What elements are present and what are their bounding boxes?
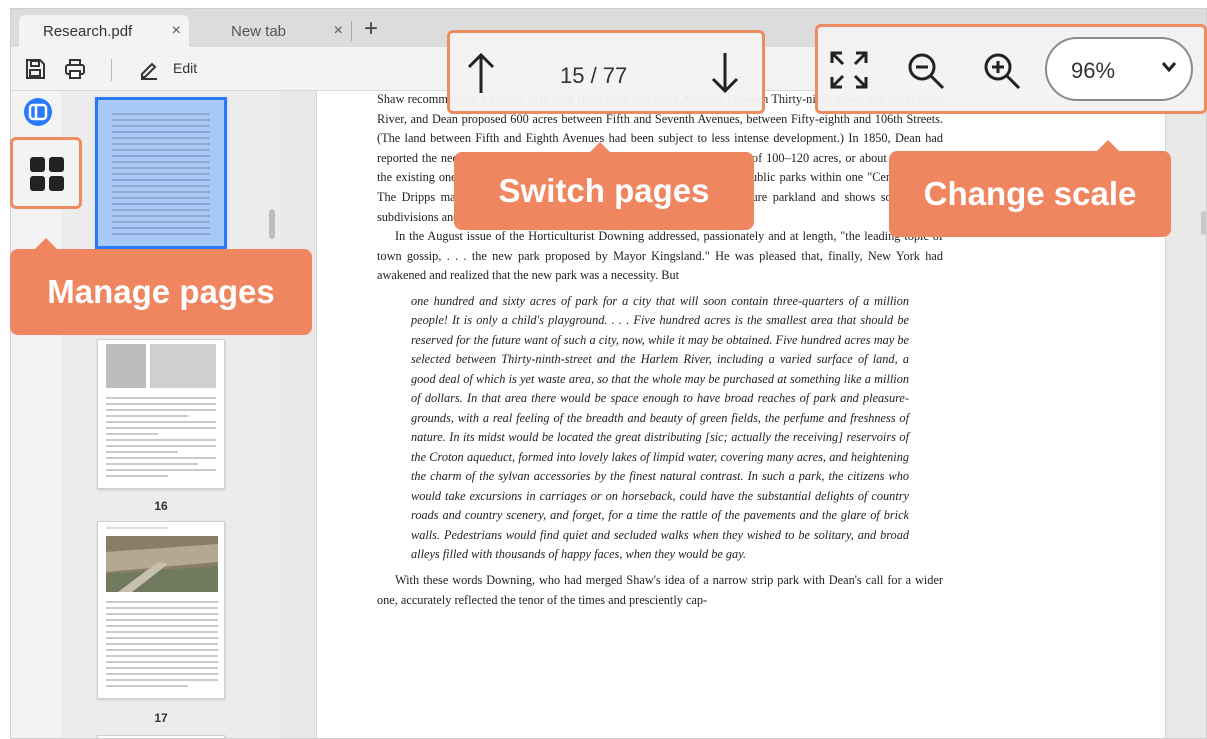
thumbnail-page-17[interactable] [97, 521, 225, 699]
tab-separator [351, 21, 352, 41]
edit-pen-icon[interactable] [137, 57, 161, 81]
paragraph-2: In the August issue of the Horticulturis… [377, 229, 943, 283]
paragraph-3: With these words Downing, who had merged… [377, 572, 943, 607]
thumbnail-page-15[interactable] [95, 97, 227, 249]
switch-pages-callout: Switch pages [454, 152, 754, 230]
tab-label: New tab [231, 22, 287, 40]
print-icon[interactable] [63, 57, 87, 81]
document-scrollbar[interactable] [1201, 211, 1206, 235]
fit-page-icon[interactable] [830, 51, 868, 89]
manage-pages-callout: Manage pages [10, 249, 312, 335]
zoom-out-icon[interactable] [906, 51, 946, 91]
save-icon[interactable] [23, 57, 47, 81]
chevron-down-icon [1161, 61, 1177, 73]
tab-label: Research.pdf [43, 22, 133, 40]
thumbnail-label-17: 17 [154, 711, 168, 725]
block-quote: one hundred and sixty acres of park for … [411, 293, 909, 562]
thumbnail-page-16[interactable] [97, 339, 225, 489]
thumbnail-panel[interactable]: 16 17 [61, 91, 281, 738]
thumbnail-label-16: 16 [154, 499, 168, 513]
tab-research-pdf[interactable]: Research.pdf × [19, 15, 189, 47]
tab-new-tab[interactable]: New tab × [201, 15, 351, 47]
sidebar-toggle-icon[interactable] [23, 97, 53, 127]
zoom-value: 96% [1071, 58, 1116, 83]
toolbar-divider [111, 59, 112, 81]
thumbnail-scrollbar[interactable] [269, 209, 275, 239]
pdf-viewer-window: Research.pdf × New tab × + Edit 16 17 Sh… [10, 8, 1207, 739]
page-navigation-highlight: 15 / 77 [447, 30, 765, 114]
edit-label[interactable]: Edit [173, 60, 197, 76]
zoom-in-icon[interactable] [982, 51, 1022, 91]
change-scale-callout: Change scale [889, 151, 1171, 237]
close-tab-icon[interactable]: × [334, 22, 343, 40]
zoom-select[interactable]: 96% [1045, 37, 1193, 101]
new-tab-button[interactable]: + [359, 15, 383, 43]
page-number-display: 15 / 77 [560, 63, 628, 88]
grid-view-icon[interactable] [29, 156, 65, 192]
thumbnail-page-18[interactable] [97, 735, 225, 738]
previous-page-icon[interactable] [466, 51, 496, 95]
next-page-icon[interactable] [710, 51, 740, 95]
close-tab-icon[interactable]: × [172, 22, 181, 40]
manage-pages-highlight [10, 137, 82, 209]
